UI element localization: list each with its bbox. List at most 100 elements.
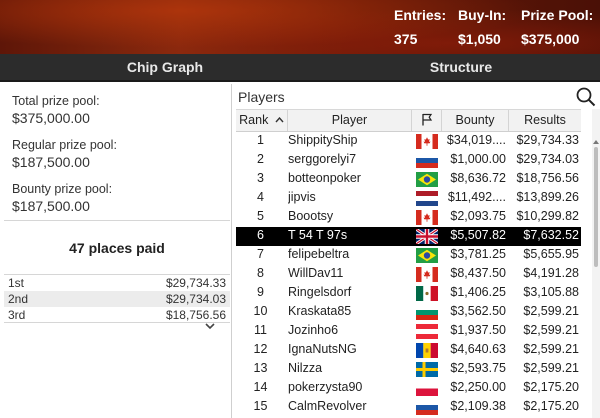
results-cell: $29,734.33 xyxy=(516,133,579,147)
bounty-cell: $2,093.75 xyxy=(450,209,506,223)
regular-prize-label: Regular prize pool: xyxy=(12,138,117,152)
results-column-header[interactable]: Results xyxy=(509,110,581,131)
table-row[interactable]: 5 Boootsy $2,093.75 $10,299.82 xyxy=(236,208,581,227)
table-row[interactable]: 9 Ringelsdorf $1,406.25 $3,105.88 xyxy=(236,284,581,303)
ca-flag-icon xyxy=(416,134,438,149)
player-name-cell: ShippityShip xyxy=(288,133,358,147)
player-name-cell: Kraskata85 xyxy=(288,304,352,318)
rank-cell: 9 xyxy=(257,285,264,299)
prize-summary-panel: Total prize pool: $375,000.00 Regular pr… xyxy=(0,84,232,418)
payout-amount: $29,734.03 xyxy=(165,292,226,306)
table-row[interactable]: 1 ShippityShip $34,019.... $29,734.33 xyxy=(236,132,581,151)
rank-cell: 13 xyxy=(253,361,268,375)
ru-flag-icon xyxy=(416,400,438,415)
bg-flag-icon xyxy=(416,305,438,320)
table-row[interactable]: 14 pokerzysta90 $2,250.00 $2,175.20 xyxy=(236,379,581,398)
bounty-cell: $1,000.00 xyxy=(450,152,506,166)
payout-place: 2nd xyxy=(8,292,29,306)
player-column-header[interactable]: Player xyxy=(288,110,412,131)
tab-bar: Chip Graph Structure xyxy=(0,54,600,82)
payout-amount: $18,756.56 xyxy=(165,308,226,322)
total-prize-label: Total prize pool: xyxy=(12,94,100,108)
rank-cell: 10 xyxy=(253,304,268,318)
tab-chip-graph[interactable]: Chip Graph xyxy=(0,54,330,82)
players-panel: Players Rank Player Bounty Results 1 Ship… xyxy=(233,84,600,418)
bounty-column-header[interactable]: Bounty xyxy=(442,110,509,131)
rank-cell: 14 xyxy=(253,380,268,394)
rank-column-header[interactable]: Rank xyxy=(236,110,288,131)
pl-flag-icon xyxy=(416,381,438,396)
flag-icon xyxy=(421,113,432,126)
bounty-prize-label: Bounty prize pool: xyxy=(12,182,113,196)
total-prize-pool: Total prize pool: $375,000.00 xyxy=(12,94,100,126)
table-row[interactable]: 13 Nilzza $2,593.75 $2,599.21 xyxy=(236,360,581,379)
players-title: Players xyxy=(238,89,285,105)
rank-cell: 8 xyxy=(257,266,264,280)
table-row[interactable]: 4 jipvis $11,492.... $13,899.26 xyxy=(236,189,581,208)
sort-up-icon xyxy=(275,116,284,123)
scroll-up-arrow[interactable] xyxy=(592,133,600,144)
divider xyxy=(4,322,230,323)
bounty-cell: $11,492.... xyxy=(447,190,506,204)
player-name-cell: Ringelsdorf xyxy=(288,285,352,299)
rank-cell: 3 xyxy=(257,171,264,185)
payout-place: 3rd xyxy=(8,308,26,322)
rank-cell: 12 xyxy=(253,342,268,356)
payout-row: 3rd $18,756.56 xyxy=(4,307,230,323)
player-name-cell: CalmRevolver xyxy=(288,399,367,413)
buyin-value: $1,050 xyxy=(458,31,501,47)
search-icon[interactable] xyxy=(575,86,597,108)
table-row[interactable]: 10 Kraskata85 $3,562.50 $2,599.21 xyxy=(236,303,581,322)
regular-prize-pool: Regular prize pool: $187,500.00 xyxy=(12,138,117,170)
table-row[interactable]: 7 felipebeltra $3,781.25 $5,655.95 xyxy=(236,246,581,265)
tournament-header: Entries: 375 Buy-In: $1,050 Prize Pool: … xyxy=(0,0,600,54)
ca-flag-icon xyxy=(416,210,438,225)
nl-flag-icon xyxy=(416,191,438,206)
table-row[interactable]: 11 Jozinho6 $1,937.50 $2,599.21 xyxy=(236,322,581,341)
results-cell: $29,734.03 xyxy=(516,152,579,166)
results-cell: $4,191.28 xyxy=(523,266,579,280)
entries-label: Entries: xyxy=(394,7,447,23)
rank-cell: 5 xyxy=(257,209,264,223)
table-row[interactable]: 15 CalmRevolver $2,109.38 $2,175.20 xyxy=(236,398,581,417)
regular-prize-value: $187,500.00 xyxy=(12,154,90,170)
at-flag-icon xyxy=(416,324,438,339)
rank-cell: 15 xyxy=(253,399,268,413)
tab-structure[interactable]: Structure xyxy=(330,54,592,82)
bounty-cell: $8,636.72 xyxy=(450,171,506,185)
results-cell: $2,175.20 xyxy=(523,380,579,394)
md-flag-icon xyxy=(416,343,438,358)
player-header-label: Player xyxy=(331,113,368,127)
bounty-cell: $34,019.... xyxy=(446,133,506,147)
rank-header-label: Rank xyxy=(239,113,269,127)
results-cell: $10,299.82 xyxy=(516,209,579,223)
results-cell: $2,175.20 xyxy=(523,399,579,413)
table-row[interactable]: 12 IgnaNutsNG $4,640.63 $2,599.21 xyxy=(236,341,581,360)
table-row[interactable]: 8 WillDav11 $8,437.50 $4,191.28 xyxy=(236,265,581,284)
rank-cell: 7 xyxy=(257,247,264,261)
prizepool-label: Prize Pool: xyxy=(521,7,594,23)
results-cell: $18,756.56 xyxy=(516,171,579,185)
bounty-prize-pool: Bounty prize pool: $187,500.00 xyxy=(12,182,112,214)
ca-flag-icon xyxy=(416,267,438,282)
payout-amount: $29,734.33 xyxy=(165,276,226,290)
se-flag-icon xyxy=(416,362,438,377)
player-name-cell: felipebeltra xyxy=(288,247,350,261)
player-name-cell: jipvis xyxy=(288,190,316,204)
players-table-body: 1 ShippityShip $34,019.... $29,734.33 2 serg… xyxy=(236,132,581,417)
bounty-cell: $1,937.50 xyxy=(450,323,506,337)
table-row[interactable]: 6 T 54 T 97s $5,507.82 $7,632.52 xyxy=(236,227,581,246)
flag-column-header[interactable] xyxy=(412,110,442,131)
bounty-cell: $2,593.75 xyxy=(450,361,506,375)
prizepool-value: $375,000 xyxy=(521,31,580,47)
table-row[interactable]: 3 botteonpoker $8,636.72 $18,756.56 xyxy=(236,170,581,189)
chevron-down-icon[interactable] xyxy=(205,321,215,333)
table-row[interactable]: 2 serggorelyi7 $1,000.00 $29,734.03 xyxy=(236,151,581,170)
bounty-cell: $5,507.82 xyxy=(450,228,506,242)
payout-list: 1st $29,734.33 2nd $29,734.03 3rd $18,756.56 xyxy=(4,274,230,323)
results-cell: $2,599.21 xyxy=(523,342,579,356)
bounty-prize-value: $187,500.00 xyxy=(12,198,90,214)
scrollbar-thumb[interactable] xyxy=(594,147,598,267)
payout-row: 2nd $29,734.03 xyxy=(4,291,230,307)
players-table-header: Rank Player Bounty Results xyxy=(236,109,581,132)
